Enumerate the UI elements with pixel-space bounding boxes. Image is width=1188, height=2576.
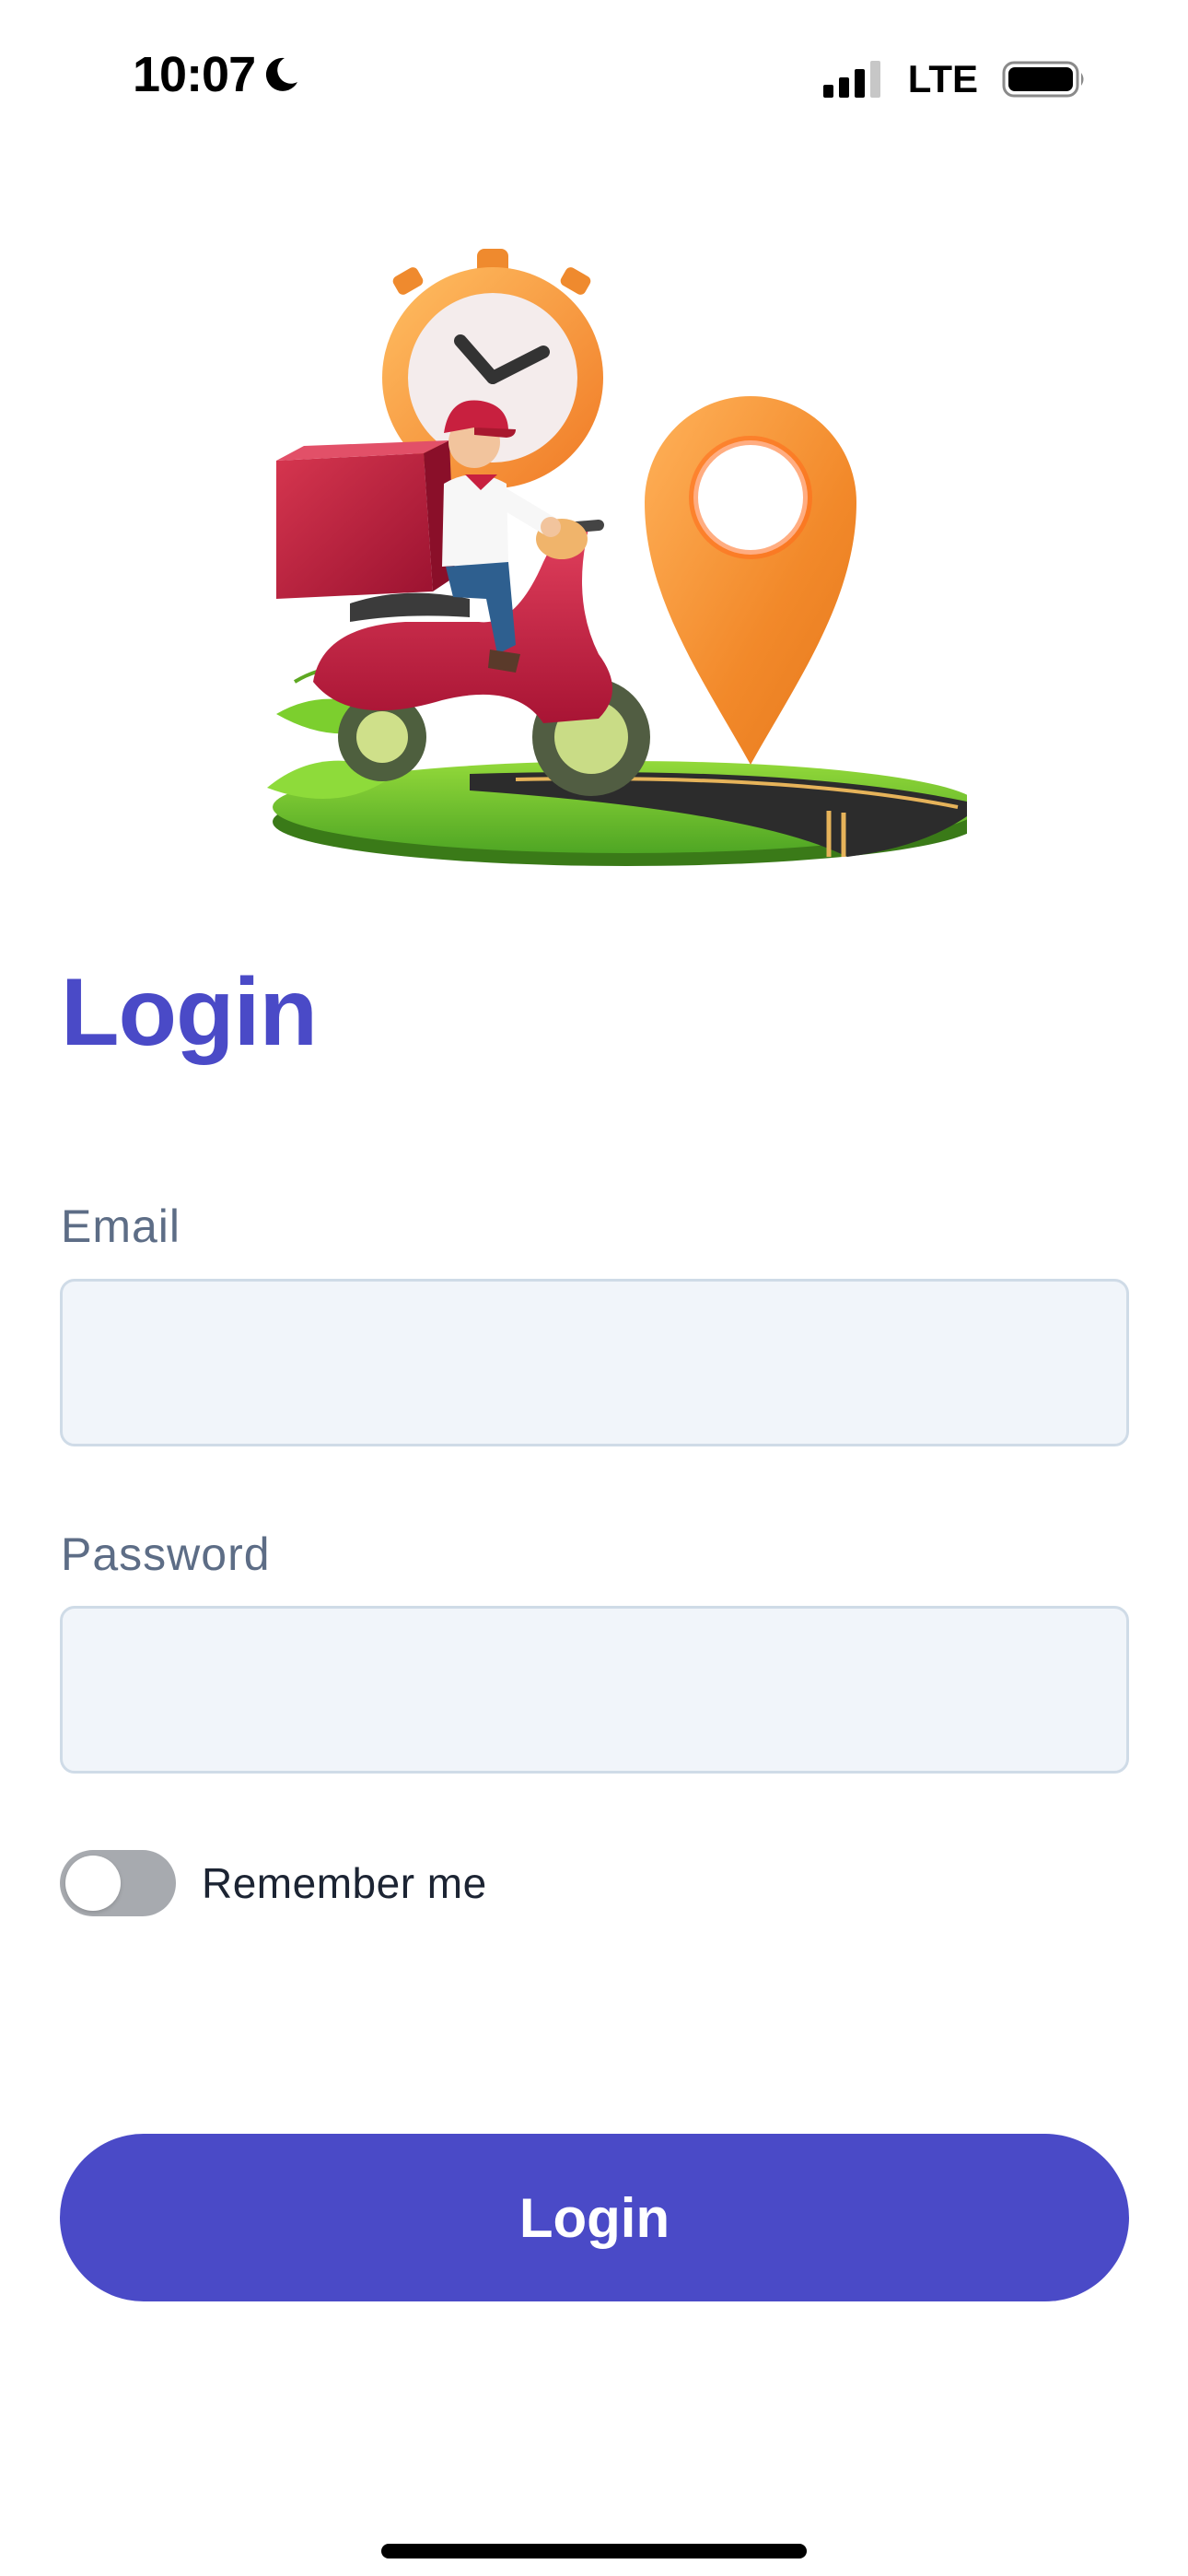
remember-me-toggle[interactable] (60, 1850, 176, 1916)
hero-illustration (239, 249, 980, 875)
location-pin-icon (645, 396, 856, 765)
password-field[interactable] (60, 1606, 1129, 1774)
delivery-box (276, 440, 455, 599)
remember-me-label: Remember me (202, 1859, 487, 1907)
toggle-knob (65, 1856, 121, 1911)
home-indicator[interactable] (381, 2544, 807, 2558)
signal-icon (822, 61, 880, 98)
password-label: Password (61, 1528, 271, 1580)
status-time: 10:07 (133, 46, 301, 103)
network-type: LTE (907, 57, 978, 100)
status-indicators: LTE (822, 57, 1087, 101)
battery-icon (1002, 61, 1084, 98)
page-title: Login (61, 959, 318, 1066)
email-label: Email (61, 1200, 181, 1252)
time-text: 10:07 (133, 47, 256, 102)
email-field[interactable] (60, 1279, 1129, 1446)
delivery-scooter-illustration (267, 249, 980, 866)
login-button[interactable]: Login (60, 2134, 1129, 2301)
moon-icon (266, 57, 298, 91)
remember-me-row: Remember me (60, 1850, 487, 1916)
